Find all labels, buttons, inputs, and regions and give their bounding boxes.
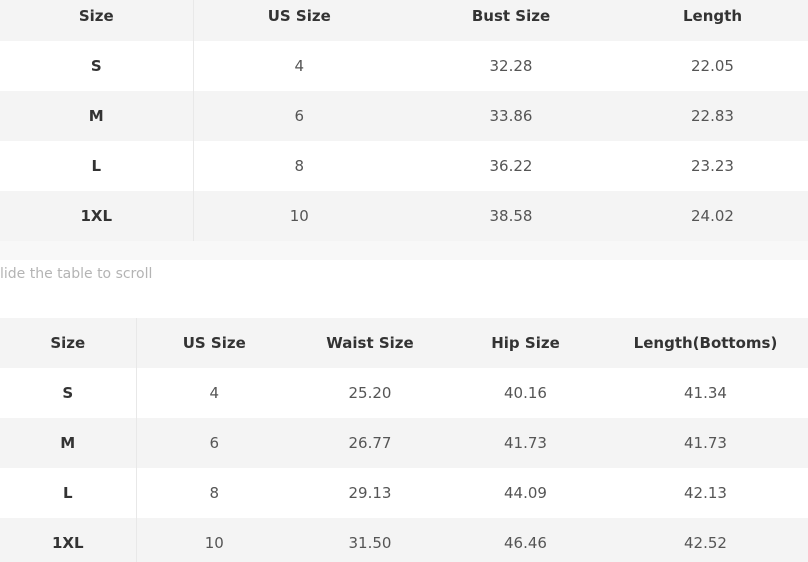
table-row: 1XL 10 38.58 24.02 — [0, 191, 808, 241]
waist-size-cell: 31.50 — [348, 534, 392, 552]
scroll-hint-text: lide the table to scroll — [0, 266, 153, 282]
us-size-cell: 6 — [209, 434, 220, 452]
table-scroll-track[interactable] — [0, 241, 808, 260]
waist-size-cell: 26.77 — [348, 434, 392, 452]
column-header-length: Length — [683, 7, 742, 25]
size-cell: 1XL — [0, 518, 137, 562]
length-bottoms-cell: 41.34 — [684, 384, 727, 402]
hip-size-cell: 40.16 — [504, 384, 547, 402]
size-cell: 1XL — [0, 191, 194, 241]
length-cell: 24.02 — [691, 207, 734, 225]
column-header-bust-size: Bust Size — [471, 7, 551, 25]
table-row: L 8 36.22 23.23 — [0, 141, 808, 191]
length-cell: 22.83 — [691, 107, 734, 125]
size-cell: L — [0, 141, 194, 191]
column-header-us-size: US Size — [182, 334, 246, 352]
hip-size-cell: 46.46 — [504, 534, 547, 552]
bust-size-cell: 38.58 — [489, 207, 533, 225]
size-cell: L — [0, 468, 137, 518]
table-row: L 8 29.13 44.09 42.13 — [0, 468, 808, 518]
size-chart-page: Size US Size Bust Size Length S 4 32.28 … — [0, 0, 808, 562]
table-row: 1XL 10 31.50 46.46 42.52 — [0, 518, 808, 562]
column-header-length-bottoms: Length(Bottoms) — [633, 334, 778, 352]
size-cell: S — [0, 41, 194, 91]
table-row: M 6 33.86 22.83 — [0, 91, 808, 141]
table-header-row: Size US Size Bust Size Length — [0, 0, 808, 41]
table-row: M 6 26.77 41.73 41.73 — [0, 418, 808, 468]
table-header-row: Size US Size Waist Size Hip Size Length(… — [0, 318, 808, 368]
us-size-cell: 8 — [209, 484, 220, 502]
size-cell: M — [0, 418, 137, 468]
length-bottoms-cell: 42.52 — [684, 534, 727, 552]
hip-size-cell: 44.09 — [504, 484, 547, 502]
waist-size-cell: 25.20 — [348, 384, 392, 402]
table-row: S 4 25.20 40.16 41.34 — [0, 368, 808, 418]
column-header-us-size: US Size — [267, 7, 331, 25]
hip-size-cell: 41.73 — [504, 434, 547, 452]
column-header-waist-size: Waist Size — [326, 334, 414, 352]
bottom-size-table[interactable]: Size US Size Waist Size Hip Size Length(… — [0, 318, 808, 562]
length-bottoms-cell: 41.73 — [684, 434, 727, 452]
us-size-cell: 10 — [204, 534, 224, 552]
length-cell: 22.05 — [691, 57, 734, 75]
us-size-cell: 4 — [209, 384, 220, 402]
top-size-table[interactable]: Size US Size Bust Size Length S 4 32.28 … — [0, 0, 808, 241]
table-row: S 4 32.28 22.05 — [0, 41, 808, 91]
waist-size-cell: 29.13 — [348, 484, 392, 502]
length-cell: 23.23 — [691, 157, 734, 175]
column-header-size: Size — [0, 318, 137, 368]
bust-size-cell: 32.28 — [489, 57, 533, 75]
column-header-hip-size: Hip Size — [491, 334, 560, 352]
size-cell: S — [0, 368, 137, 418]
us-size-cell: 4 — [294, 57, 305, 75]
us-size-cell: 6 — [294, 107, 305, 125]
bust-size-cell: 36.22 — [489, 157, 533, 175]
us-size-cell: 8 — [294, 157, 305, 175]
size-cell: M — [0, 91, 194, 141]
us-size-cell: 10 — [289, 207, 309, 225]
bust-size-cell: 33.86 — [489, 107, 533, 125]
length-bottoms-cell: 42.13 — [684, 484, 727, 502]
column-header-size: Size — [0, 0, 194, 41]
